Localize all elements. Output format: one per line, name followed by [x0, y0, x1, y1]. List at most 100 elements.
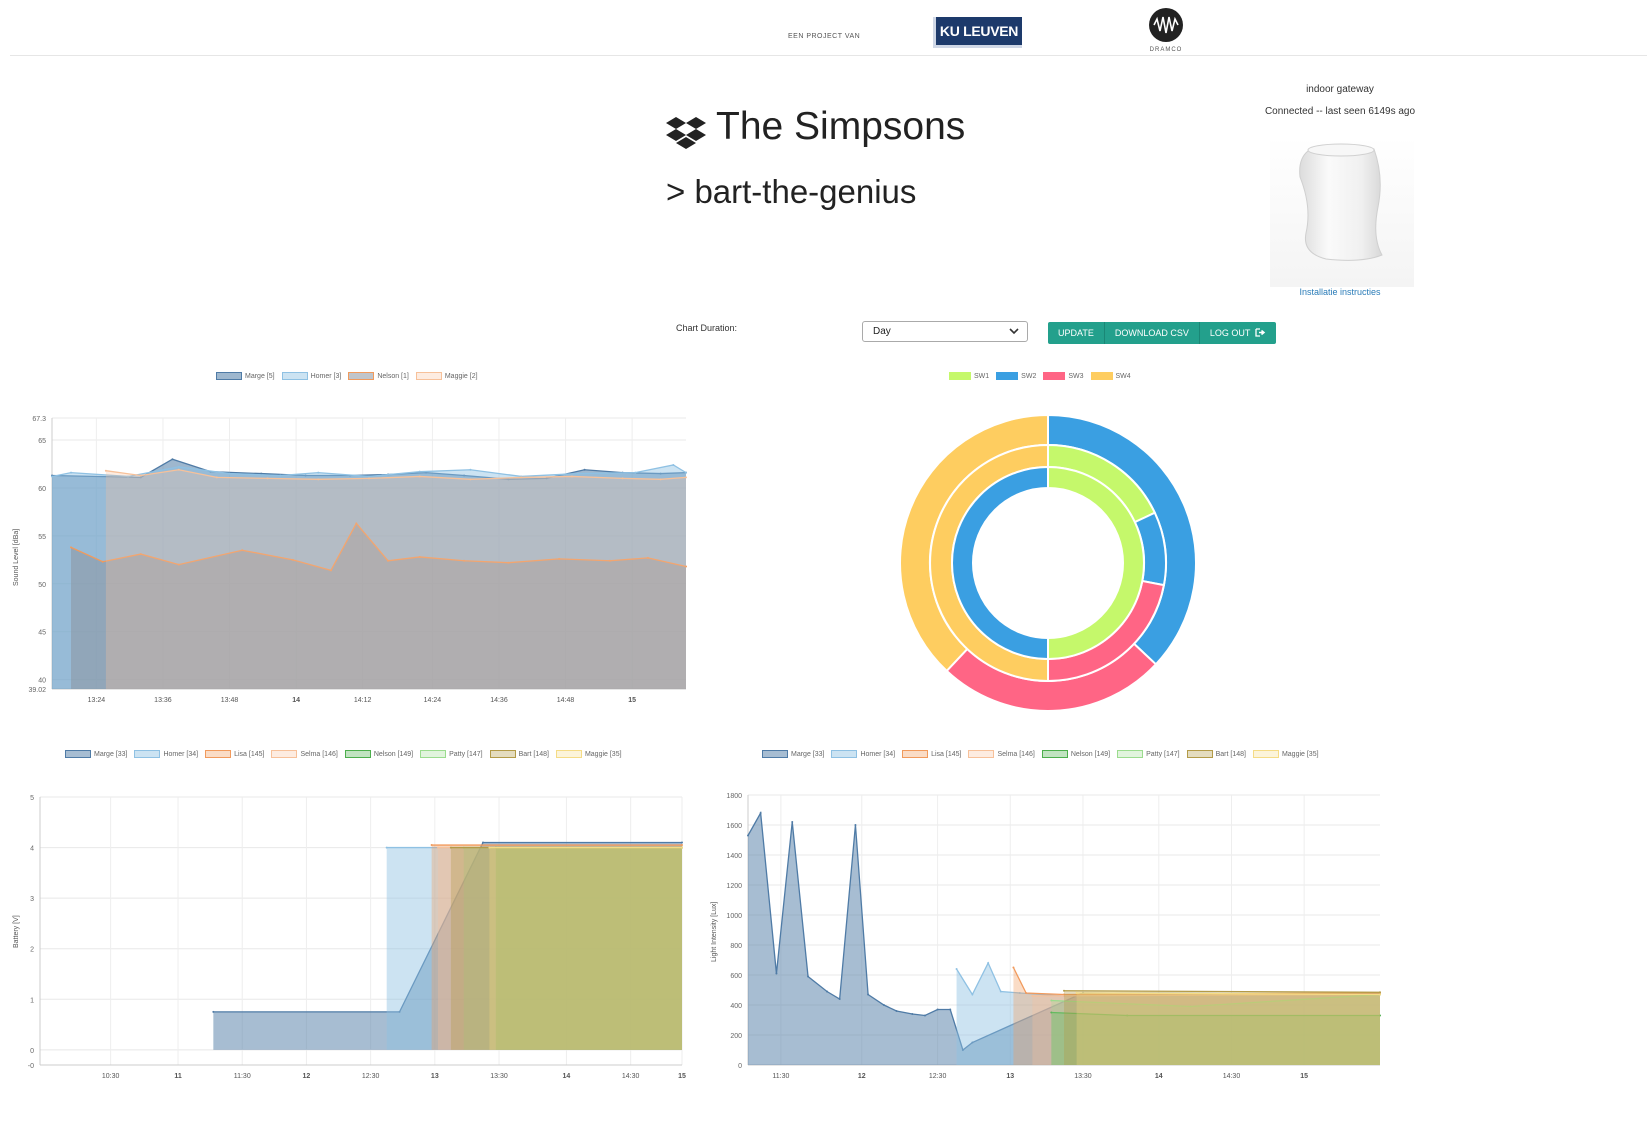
data-point[interactable]: [838, 998, 841, 1000]
data-point[interactable]: [1379, 993, 1381, 996]
dramco-logo-icon[interactable]: [1148, 7, 1184, 43]
data-point[interactable]: [681, 846, 683, 849]
data-point[interactable]: [681, 841, 683, 844]
data-point[interactable]: [481, 841, 484, 844]
data-point[interactable]: [177, 468, 180, 471]
data-point[interactable]: [826, 990, 828, 993]
legend-item[interactable]: Bart [148]: [489, 750, 549, 758]
chart-duration-select[interactable]: Day: [862, 321, 1028, 342]
data-point[interactable]: [437, 846, 440, 849]
data-point[interactable]: [807, 975, 810, 978]
data-point[interactable]: [101, 560, 104, 563]
data-point[interactable]: [955, 968, 958, 970]
data-point[interactable]: [999, 990, 1002, 993]
data-point[interactable]: [139, 474, 142, 477]
data-point[interactable]: [685, 476, 687, 479]
legend-item[interactable]: Maggie [35]: [1252, 750, 1319, 758]
data-point[interactable]: [971, 993, 974, 996]
data-point[interactable]: [385, 846, 388, 849]
legend-item[interactable]: Homer [34]: [831, 750, 895, 758]
data-point[interactable]: [882, 1004, 885, 1006]
data-point[interactable]: [854, 824, 857, 826]
sound-level-chart[interactable]: 67.3 65 60 55 50 45 40 39.02 13:24 13:36 13:48 14 14…: [0, 400, 700, 710]
data-point[interactable]: [672, 463, 675, 466]
data-point[interactable]: [449, 846, 452, 849]
legend-item[interactable]: Maggie [2]: [415, 372, 478, 380]
legend-item[interactable]: Lisa [145]: [205, 750, 264, 758]
data-point[interactable]: [70, 546, 73, 549]
data-point[interactable]: [936, 1008, 939, 1011]
legend-item[interactable]: SW2: [996, 372, 1036, 380]
legend-item[interactable]: Nelson [149]: [344, 750, 413, 758]
data-point[interactable]: [212, 1010, 215, 1013]
legend-item[interactable]: SW4: [1090, 372, 1131, 380]
ku-leuven-logo[interactable]: KU LEUVEN: [933, 17, 1022, 48]
data-point[interactable]: [923, 1014, 926, 1017]
data-point[interactable]: [791, 821, 794, 823]
legend-item[interactable]: SW1: [949, 372, 989, 380]
light-intensity-chart[interactable]: 1800 1600 1400 1200 1000 800 600 400 200 0 11:30 12…: [700, 785, 1400, 1085]
data-point[interactable]: [1050, 999, 1053, 1002]
data-point[interactable]: [895, 1010, 898, 1012]
legend-item[interactable]: Selma [146]: [271, 750, 338, 758]
data-point[interactable]: [759, 812, 762, 814]
data-point[interactable]: [949, 1008, 952, 1011]
data-point[interactable]: [570, 475, 573, 478]
data-point[interactable]: [368, 477, 370, 480]
data-point[interactable]: [70, 471, 73, 474]
legend-item[interactable]: Homer [3]: [281, 372, 341, 380]
data-point[interactable]: [469, 478, 472, 481]
legend-item[interactable]: SW3: [1043, 372, 1084, 380]
data-point[interactable]: [1063, 989, 1065, 992]
data-point[interactable]: [215, 476, 218, 479]
data-point[interactable]: [171, 458, 174, 461]
data-point[interactable]: [418, 470, 421, 473]
legend-item[interactable]: Bart [148]: [1186, 750, 1246, 758]
data-point[interactable]: [685, 471, 687, 474]
data-point[interactable]: [1379, 991, 1381, 994]
data-point[interactable]: [279, 474, 282, 477]
legend-item[interactable]: Nelson [1]: [348, 372, 409, 380]
installation-instructions-link[interactable]: Installatie instructies: [1270, 287, 1410, 297]
data-point[interactable]: [987, 962, 990, 964]
data-point[interactable]: [317, 471, 320, 474]
data-point[interactable]: [1025, 992, 1028, 994]
data-point[interactable]: [266, 477, 269, 480]
data-point[interactable]: [228, 472, 231, 475]
data-point[interactable]: [430, 844, 433, 847]
data-point[interactable]: [681, 844, 683, 847]
data-point[interactable]: [577, 472, 580, 475]
legend-item[interactable]: Patty [147]: [420, 750, 483, 758]
data-point[interactable]: [104, 469, 107, 472]
data-point[interactable]: [867, 993, 870, 996]
data-point[interactable]: [1031, 995, 1034, 997]
legend-item[interactable]: Marge [33]: [762, 750, 824, 758]
data-point[interactable]: [659, 478, 662, 481]
battery-chart[interactable]: 5 4 3 2 1 0 -0 10:30 11 11:30 12 12:30 13 13:30 14 14:3…: [0, 785, 700, 1085]
data-point[interactable]: [368, 475, 370, 478]
legend-item[interactable]: Marge [5]: [216, 372, 275, 380]
data-point[interactable]: [418, 475, 421, 478]
legend-item[interactable]: Marge [33]: [65, 750, 127, 758]
update-button[interactable]: UPDATE: [1048, 322, 1105, 344]
data-point[interactable]: [520, 476, 523, 479]
data-point[interactable]: [51, 475, 53, 478]
legend-item[interactable]: Patty [147]: [1117, 750, 1180, 758]
data-point[interactable]: [621, 477, 624, 480]
data-point[interactable]: [775, 972, 778, 975]
data-point[interactable]: [911, 1013, 914, 1015]
legend-item[interactable]: Selma [146]: [968, 750, 1035, 758]
data-point[interactable]: [469, 468, 472, 471]
data-point[interactable]: [1075, 992, 1078, 994]
data-point[interactable]: [177, 465, 180, 468]
legend-item[interactable]: Homer [34]: [134, 750, 198, 758]
logout-button[interactable]: LOG OUT: [1199, 322, 1276, 344]
legend-item[interactable]: Nelson [149]: [1041, 750, 1110, 758]
data-point[interactable]: [583, 468, 586, 471]
legend-item[interactable]: Lisa [145]: [902, 750, 961, 758]
data-point[interactable]: [317, 478, 320, 481]
download-csv-button[interactable]: DOWNLOAD CSV: [1104, 322, 1200, 344]
data-point[interactable]: [634, 471, 637, 474]
switch-doughnut-chart[interactable]: [899, 413, 1197, 712]
data-point[interactable]: [1012, 966, 1015, 969]
